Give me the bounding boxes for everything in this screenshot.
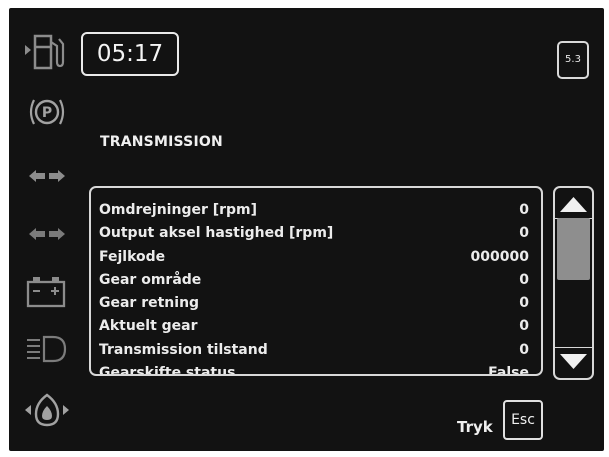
svg-text:P: P	[42, 105, 52, 121]
fuel-icon	[25, 34, 65, 70]
item-value: 0	[519, 295, 529, 312]
item-label: Fejlkode	[99, 248, 166, 265]
item-value: 000000	[470, 248, 529, 265]
list-item: Gear område 0	[99, 269, 529, 292]
esc-button[interactable]: Esc	[503, 400, 543, 440]
item-value: 0	[519, 318, 529, 335]
item-value: False	[488, 365, 529, 376]
parking-brake-icon: P	[29, 99, 65, 125]
item-label: Gear område	[99, 271, 202, 288]
list-item: Omdrejninger [rpm] 0	[99, 199, 529, 222]
scrollbar[interactable]	[553, 186, 594, 380]
scroll-thumb[interactable]	[557, 218, 590, 280]
data-list-panel: Omdrejninger [rpm] 0 Output aksel hastig…	[89, 186, 543, 376]
item-label: Gear retning	[99, 295, 200, 312]
list-item: Aktuelt gear 0	[99, 315, 529, 338]
scroll-up-arrow-icon[interactable]	[555, 188, 592, 218]
data-list: Omdrejninger [rpm] 0 Output aksel hastig…	[99, 199, 529, 376]
item-value: 0	[519, 202, 529, 218]
list-item: Fejlkode 000000	[99, 246, 529, 269]
item-label: Output aksel hastighed [rpm]	[99, 225, 334, 242]
list-item: Gear retning 0	[99, 292, 529, 315]
battery-icon	[26, 277, 66, 308]
item-label: Aktuelt gear	[99, 318, 198, 335]
item-label: Transmission tilstand	[99, 341, 268, 358]
item-value: 0	[519, 271, 529, 288]
item-label: Gearskifte status	[99, 365, 236, 376]
item-value: 0	[519, 225, 529, 242]
list-item: Gearskifte status False	[99, 362, 529, 376]
item-value: 0	[519, 341, 529, 358]
page-number-badge: 5.3	[557, 41, 589, 79]
oil-pressure-icon	[25, 393, 69, 427]
page-title: TRANSMISSION	[100, 134, 223, 150]
turn-signal-icon	[29, 170, 65, 182]
clock-display: 05:17	[81, 32, 179, 76]
headlight-icon	[27, 335, 67, 363]
press-label: Tryk	[457, 418, 493, 436]
list-item: Transmission tilstand 0	[99, 339, 529, 362]
display-screen: P 05:17 5.3 TRANSMISSION Omdrejninger [r…	[9, 8, 604, 451]
scroll-down-arrow-icon[interactable]	[555, 348, 592, 378]
list-item: Output aksel hastighed [rpm] 0	[99, 222, 529, 245]
item-label: Omdrejninger [rpm]	[99, 202, 258, 218]
turn-signal-icon-2	[29, 228, 65, 240]
